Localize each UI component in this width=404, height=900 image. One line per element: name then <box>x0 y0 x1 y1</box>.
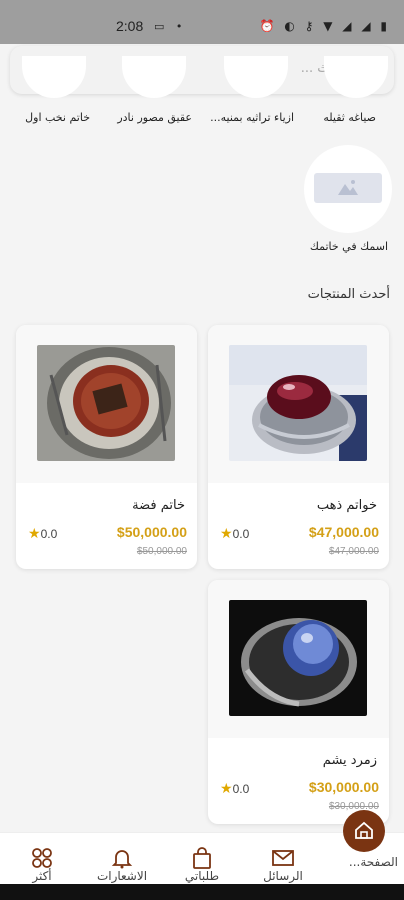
product-image <box>37 345 175 461</box>
bottom-nav: الرسائل طلباتي الاشعارات أكثر <box>0 832 404 884</box>
product-card[interactable]: خاتم فضة $50,000.00 $50,000.00 ★0.0 <box>16 325 197 569</box>
product-name: خواتم ذهب <box>316 498 377 513</box>
product-name: خاتم فضة <box>132 498 185 513</box>
nav-item-home[interactable] <box>343 810 385 852</box>
category-item-name-in-ring[interactable] <box>304 145 392 233</box>
status-left-icons: ▭ • <box>154 20 187 33</box>
category-row <box>0 56 404 104</box>
product-card[interactable]: خواتم ذهب $47,000.00 $47,000.00 ★0.0 <box>208 325 389 569</box>
product-rating: ★0.0 <box>28 525 58 541</box>
product-rating: ★0.0 <box>220 525 250 541</box>
category-label[interactable]: صياغه ثقيله <box>323 111 376 124</box>
nav-label-home[interactable]: الصفحة... <box>349 855 398 869</box>
product-rating: ★0.0 <box>220 780 250 796</box>
section-title: أحدث المنتجات <box>307 287 390 302</box>
product-image <box>229 600 367 716</box>
product-price: $47,000.00 <box>308 524 379 540</box>
category-label[interactable]: عقيق مصور نادر <box>117 111 192 124</box>
nav-label: أكثر <box>32 869 52 883</box>
status-time: 2:08 <box>116 18 144 34</box>
nav-item-more[interactable]: أكثر <box>2 833 82 885</box>
product-old-price: $47,000.00 <box>328 546 379 557</box>
nav-item-messages[interactable]: الرسائل <box>243 833 323 885</box>
envelope-icon <box>272 850 294 866</box>
category-label[interactable]: خاتم نخب اول <box>25 111 90 124</box>
product-image <box>229 345 367 461</box>
nav-item-orders[interactable]: طلباتي <box>162 833 242 885</box>
nav-label: الرسائل <box>263 869 303 883</box>
product-old-price: $50,000.00 <box>136 546 187 557</box>
image-placeholder-icon <box>314 173 382 203</box>
nav-item-notifications[interactable]: الاشعارات <box>82 833 162 885</box>
product-name: زمرد يشم <box>322 753 377 768</box>
status-bar: 2:08 ▭ • ⏰ ◐ ⚷ ▼ ◢ ◢ ▮ <box>0 0 404 44</box>
system-gesture-bar <box>0 884 404 900</box>
product-old-price: $30,000.00 <box>328 801 379 812</box>
star-icon: ★ <box>220 525 233 541</box>
category-label[interactable]: اسمك في خاتمك <box>310 240 388 253</box>
category-label[interactable]: ازياء تراثيه بمنيه... <box>210 111 294 124</box>
home-icon <box>355 821 373 839</box>
product-price: $50,000.00 <box>116 524 187 540</box>
status-right-icons: ⏰ ◐ ⚷ ▼ ◢ ◢ ▮ <box>259 19 390 33</box>
product-card[interactable]: زمرد يشم $30,000.00 $30,000.00 ★0.0 <box>208 580 389 824</box>
nav-label: طلباتي <box>184 869 220 883</box>
star-icon: ★ <box>28 525 41 541</box>
bell-icon <box>111 850 133 869</box>
shopping-bag-icon <box>193 847 211 869</box>
nav-label: الاشعارات <box>96 869 148 883</box>
product-price: $30,000.00 <box>308 779 379 795</box>
star-icon: ★ <box>220 780 233 796</box>
grid-icon <box>32 848 52 868</box>
